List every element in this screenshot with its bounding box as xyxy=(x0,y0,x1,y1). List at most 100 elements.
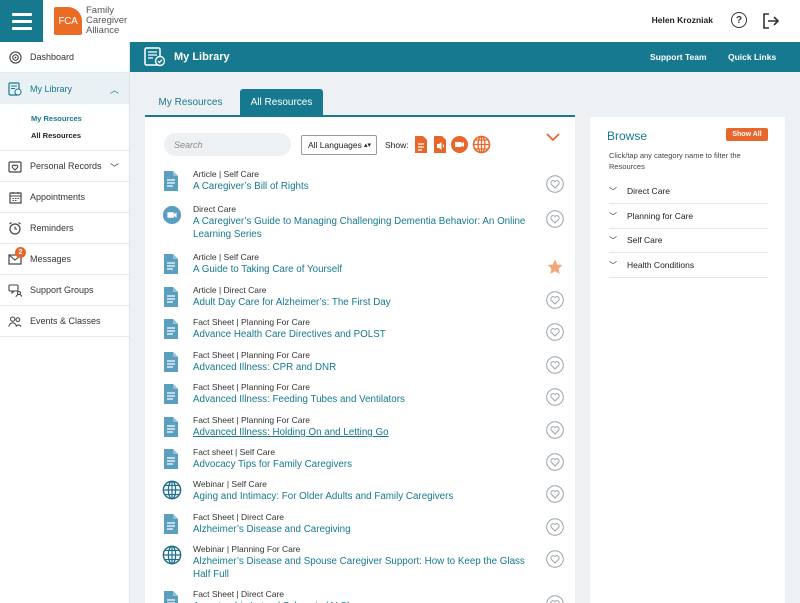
resource-meta: Fact Sheet | Planning For Care xyxy=(193,350,311,360)
tab-my-resources[interactable]: My Resources xyxy=(147,89,234,116)
favorite-heart-icon[interactable] xyxy=(546,518,564,536)
resource-title-link[interactable]: Aging and Intimacy: For Older Adults and… xyxy=(193,491,533,504)
favorite-heart-icon[interactable] xyxy=(546,550,564,568)
logout-icon[interactable] xyxy=(762,12,780,30)
hamburger-menu-icon[interactable] xyxy=(0,0,43,42)
browse-description: Click/tap any category name to filter th… xyxy=(609,151,741,171)
messages-count-badge: 2 xyxy=(15,247,26,258)
page-header-banner: My Library Support Team Quick Links xyxy=(130,42,800,72)
favorite-heart-icon[interactable] xyxy=(546,453,564,471)
filter-document-icon[interactable] xyxy=(413,135,429,154)
resource-title-link[interactable]: A Guide to Taking Care of Yourself xyxy=(193,264,533,277)
chevron-down-icon: ﹀ xyxy=(609,211,617,221)
document-icon xyxy=(162,590,180,603)
chevron-down-icon: ﹀ xyxy=(609,186,617,196)
favorite-heart-icon[interactable] xyxy=(546,485,564,503)
resource-meta: Direct Care xyxy=(193,204,236,214)
document-icon xyxy=(162,286,180,308)
quick-links-link[interactable]: Quick Links xyxy=(728,52,776,62)
filter-webinar-globe-icon[interactable] xyxy=(472,135,491,154)
sidebar-subitem-my-resources[interactable]: My Resources xyxy=(0,110,129,127)
sidebar-item-reminders[interactable]: Reminders xyxy=(0,213,129,244)
resource-meta: Article | Self Care xyxy=(193,252,259,262)
document-icon xyxy=(162,318,180,340)
resource-meta: Fact Sheet | Planning For Care xyxy=(193,317,311,327)
favorite-heart-icon[interactable] xyxy=(546,291,564,309)
favorite-heart-icon[interactable] xyxy=(546,356,564,374)
chevron-down-icon[interactable]: ﹀ xyxy=(110,161,119,174)
search-input[interactable] xyxy=(164,133,291,156)
category-planning-for-care[interactable]: ﹀ Planning for Care xyxy=(609,204,768,229)
favorite-heart-icon[interactable] xyxy=(546,595,564,603)
resource-meta: Fact Sheet | Direct Care xyxy=(193,589,285,599)
collapse-filters-chevron-icon[interactable] xyxy=(545,131,561,143)
chevron-up-icon[interactable]: ︿ xyxy=(110,83,119,96)
resource-meta: Webinar | Planning For Care xyxy=(193,544,301,554)
resource-title-link[interactable]: A Caregiver’s Guide to Managing Challeng… xyxy=(193,216,533,241)
tab-all-resources[interactable]: All Resources xyxy=(240,89,323,116)
resource-meta: Article | Self Care xyxy=(193,169,259,179)
sidebar-item-messages[interactable]: 2 Messages xyxy=(0,244,129,275)
sidebar-item-label: Events & Classes xyxy=(30,316,101,326)
support-team-link[interactable]: Support Team xyxy=(650,52,707,62)
resource-title-link[interactable]: Advanced Illness: CPR and DNR xyxy=(193,362,533,375)
sidebar-item-label: Support Groups xyxy=(30,285,94,295)
favorite-heart-icon[interactable] xyxy=(546,421,564,439)
filter-audio-icon[interactable] xyxy=(432,135,448,154)
sidebar-item-support-groups[interactable]: Support Groups xyxy=(0,275,129,306)
resource-title-link[interactable]: Adult Day Care for Alzheimer’s: The Firs… xyxy=(193,297,533,310)
language-select-value: All Languages xyxy=(308,140,362,150)
document-icon xyxy=(162,448,180,470)
favorite-star-icon[interactable] xyxy=(546,258,564,276)
select-arrows-icon: ▴▾ xyxy=(363,142,371,149)
heart-folder-icon xyxy=(8,159,22,173)
sidebar-item-dashboard[interactable]: Dashboard xyxy=(0,42,129,73)
dashboard-icon xyxy=(8,50,22,64)
sidebar-item-appointments[interactable]: Appointments xyxy=(0,182,129,213)
resource-title-link[interactable]: Alzheimer’s Disease and Spouse Caregiver… xyxy=(193,556,533,581)
chevron-down-icon: ﹀ xyxy=(609,235,617,245)
resource-title-link[interactable]: Advanced Illness: Feeding Tubes and Vent… xyxy=(193,394,533,407)
people-icon xyxy=(8,314,22,328)
category-direct-care[interactable]: ﹀ Direct Care xyxy=(609,179,768,204)
category-label: Health Conditions xyxy=(627,260,695,270)
resource-title-link[interactable]: Advocacy Tips for Family Caregivers xyxy=(193,459,533,472)
favorite-heart-icon[interactable] xyxy=(546,210,564,228)
favorite-heart-icon[interactable] xyxy=(546,323,564,341)
resource-meta: Fact sheet | Self Care xyxy=(193,447,276,457)
sidebar-item-personal-records[interactable]: Personal Records ﹀ xyxy=(0,151,129,182)
calendar-icon xyxy=(8,190,22,204)
filter-video-icon[interactable] xyxy=(450,135,469,154)
favorite-heart-icon[interactable] xyxy=(546,175,564,193)
sidebar-item-label: Messages xyxy=(30,254,72,264)
category-health-conditions[interactable]: ﹀ Health Conditions xyxy=(609,253,768,278)
library-icon xyxy=(144,47,166,67)
show-all-button[interactable]: Show All xyxy=(726,128,768,141)
resource-title-link[interactable]: A Caregiver’s Bill of Rights xyxy=(193,181,533,194)
resource-meta: Webinar | Self Care xyxy=(193,479,267,489)
sidebar-subitem-all-resources[interactable]: All Resources xyxy=(0,127,129,144)
help-icon[interactable]: ? xyxy=(731,12,747,28)
resource-title-link[interactable]: Alzheimer’s Disease and Caregiving xyxy=(193,524,533,537)
sidebar-item-label: Reminders xyxy=(30,223,74,233)
resource-meta: Fact Sheet | Planning For Care xyxy=(193,415,311,425)
alarm-clock-icon xyxy=(8,221,22,235)
resource-title-link[interactable]: Advance Health Care Directives and POLST xyxy=(193,329,533,342)
resource-title-link[interactable]: Advanced Illness: Holding On and Letting… xyxy=(193,427,533,440)
favorite-heart-icon[interactable] xyxy=(546,388,564,406)
library-icon xyxy=(8,81,22,96)
document-icon xyxy=(162,351,180,373)
language-select[interactable]: All Languages ▴▾ xyxy=(301,135,377,155)
sidebar-item-my-library[interactable]: My Library ︿ xyxy=(0,73,129,104)
sidebar-item-label: My Library xyxy=(30,83,73,94)
chevron-down-icon: ﹀ xyxy=(609,260,617,270)
document-icon xyxy=(162,513,180,535)
document-icon xyxy=(162,383,180,405)
sidebar-item-events-classes[interactable]: Events & Classes xyxy=(0,306,129,337)
document-icon xyxy=(162,416,180,438)
fca-logo[interactable]: FCA Family Caregiver Alliance xyxy=(54,6,127,36)
sidebar: Dashboard My Library ︿ My Resources All … xyxy=(0,42,130,603)
category-label: Direct Care xyxy=(627,186,670,196)
category-self-care[interactable]: ﹀ Self Care xyxy=(609,228,768,253)
user-name[interactable]: Helen Krozniak xyxy=(652,15,713,25)
